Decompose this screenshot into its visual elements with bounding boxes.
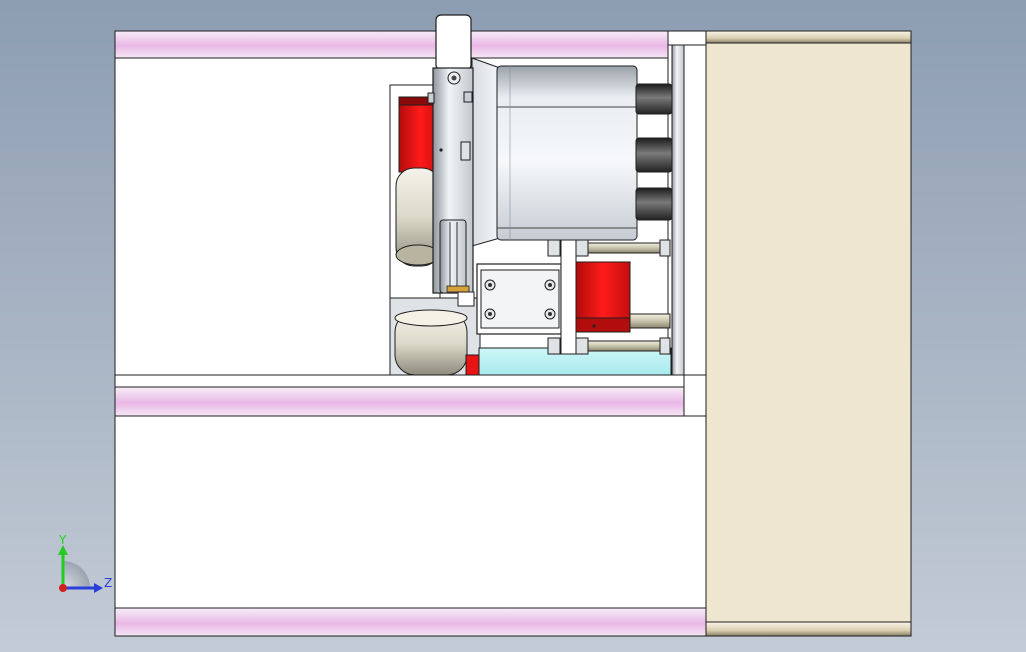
triad-plane-icon [63, 561, 90, 588]
cad-graphics-viewport[interactable]: Y Z [0, 0, 1026, 652]
coordinate-triad: Y Z [58, 533, 112, 593]
red-spacer [465, 354, 480, 376]
top-rail[interactable] [114, 30, 669, 59]
motor-drum[interactable] [471, 57, 638, 247]
origin-marker [59, 584, 67, 592]
motor-ports [635, 83, 673, 221]
red-cylinder-block[interactable] [575, 261, 631, 333]
bottom-rail[interactable] [114, 607, 707, 637]
left-cylinder-lower[interactable] [394, 309, 468, 376]
middle-rail[interactable] [114, 386, 685, 417]
z-axis-label: Z [104, 576, 112, 590]
cad-model-scene[interactable]: Y Z [0, 0, 1026, 652]
side-panel[interactable] [705, 30, 912, 637]
slide-block[interactable] [476, 263, 562, 335]
y-axis-label: Y [58, 533, 67, 547]
